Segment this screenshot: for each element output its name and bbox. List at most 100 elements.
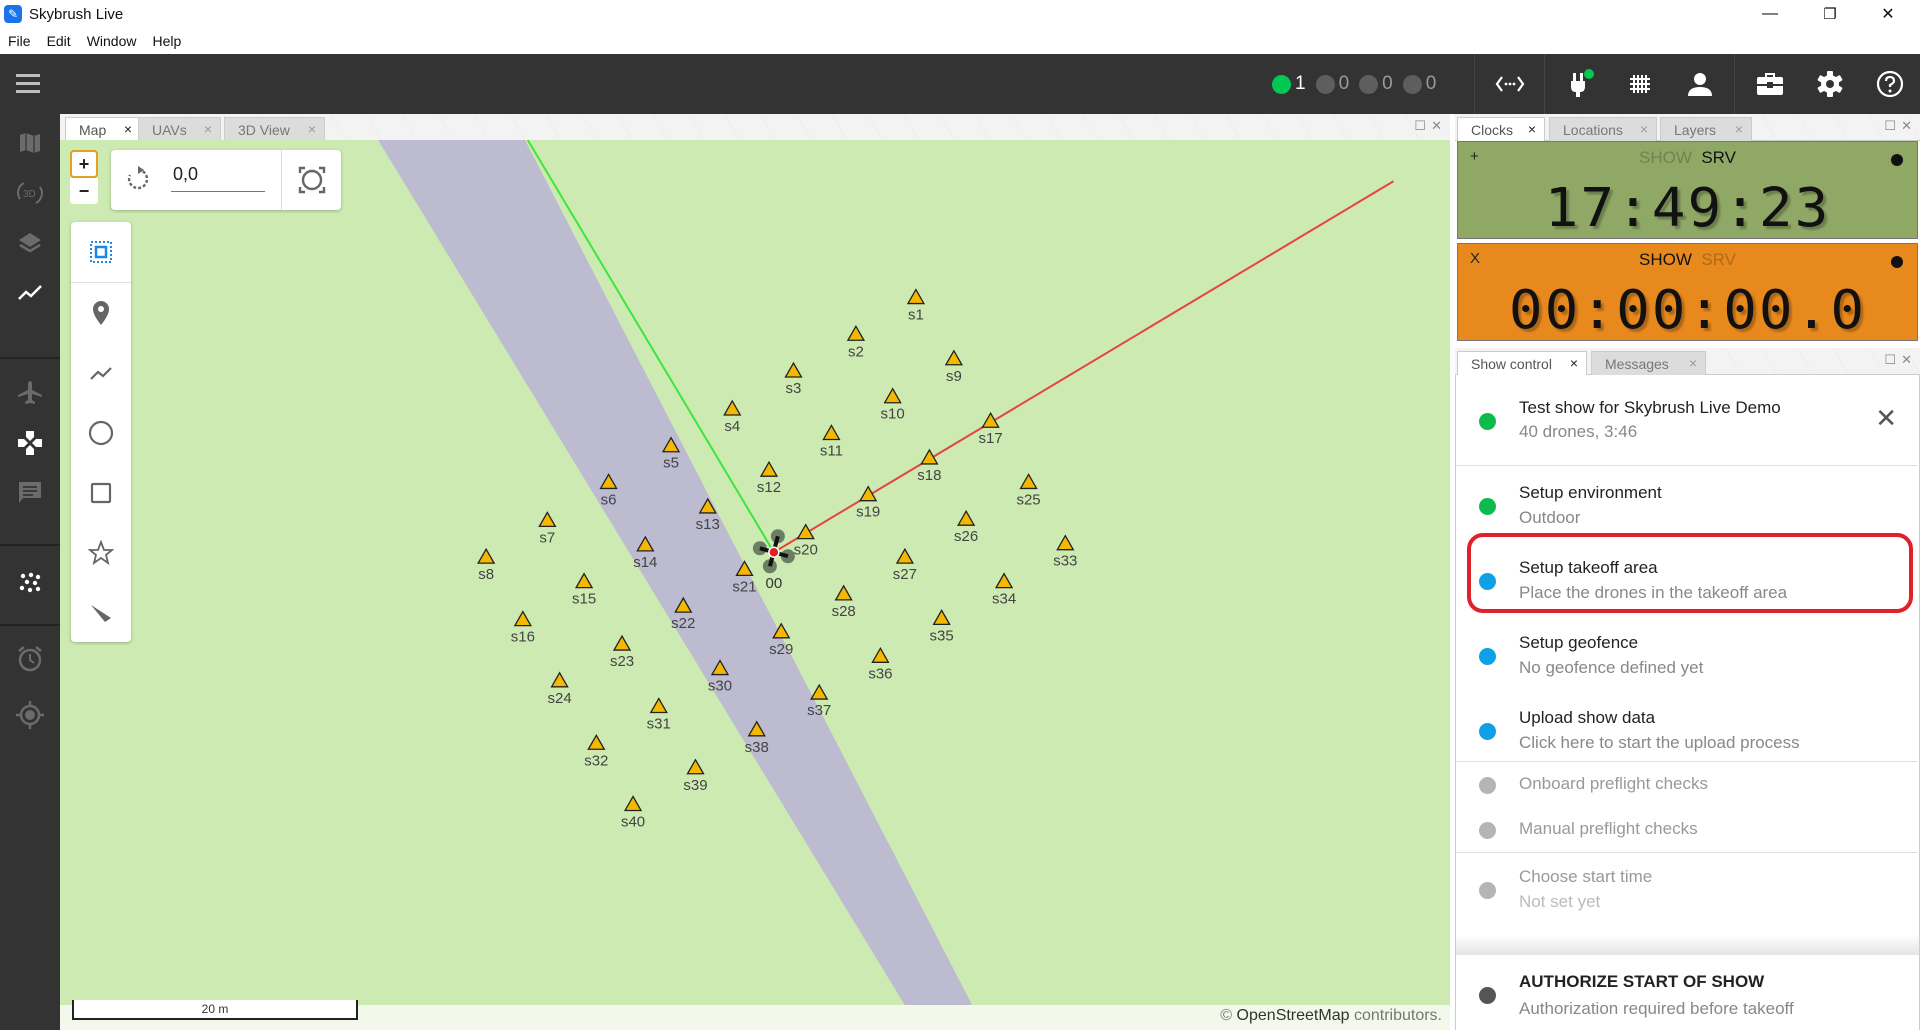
drawing-tools (71, 222, 131, 642)
map-view[interactable]: s1 s2 s3 s4 s5 s6 s7 s8 s9 s10 s11 s12 s13 s14 s15 s16 s… (60, 140, 1450, 1030)
tab-messages[interactable]: Messages × (1591, 351, 1706, 375)
scale-bar: 20 m (72, 1000, 358, 1020)
fit-view-icon[interactable] (298, 166, 326, 199)
takeoff-label-s33: s33 (1053, 553, 1077, 570)
select-box-icon[interactable] (71, 222, 131, 282)
show-control-content: Test show for Skybrush Live Demo 40 dron… (1455, 375, 1920, 1030)
clocks-panel-tabs: Clocks × Locations × Layers × ☐ ✕ (1455, 114, 1920, 142)
code-brackets-icon[interactable] (1480, 54, 1540, 114)
circle-icon[interactable] (71, 403, 131, 463)
maximize-panel-icon[interactable]: ☐ (1414, 118, 1426, 134)
close-tab-icon[interactable]: × (1570, 355, 1578, 371)
tab-show-control[interactable]: Show control × (1457, 351, 1587, 376)
rectangle-icon[interactable] (71, 463, 131, 523)
rotation-input[interactable]: 0,0 (171, 164, 265, 192)
step-setup-geofence[interactable]: Setup geofence No geofence defined yet (1458, 621, 1919, 691)
highlight-annotation (1467, 533, 1913, 613)
close-tab-icon[interactable]: × (1528, 121, 1536, 137)
tab-uavs[interactable]: UAVs × (138, 117, 221, 141)
polyline-icon[interactable] (71, 343, 131, 403)
plug-icon[interactable] (1550, 54, 1610, 114)
rotation-control: 0,0 (111, 150, 341, 210)
tab-map[interactable]: Map × (65, 117, 141, 142)
tab-layers[interactable]: Layers × (1660, 117, 1752, 141)
menu-file[interactable]: File (8, 33, 31, 49)
step-manual-preflight-checks[interactable]: Manual preflight checks (1458, 808, 1919, 853)
close-tab-icon[interactable]: × (1689, 355, 1697, 371)
status-dot-ok-icon (1272, 74, 1291, 94)
takeoff-label-s5: s5 (663, 455, 679, 472)
tab-locations[interactable]: Locations × (1549, 117, 1657, 141)
drone-swarm-icon[interactable] (0, 558, 60, 608)
alarm-icon[interactable] (0, 634, 60, 684)
takeoff-label-s17: s17 (979, 430, 1003, 447)
show-info[interactable]: Test show for Skybrush Live Demo 40 dron… (1458, 385, 1919, 455)
zoom-out-button[interactable]: − (70, 178, 98, 204)
takeoff-label-s39: s39 (683, 777, 707, 794)
star-icon[interactable] (71, 523, 131, 583)
close-tab-icon[interactable]: × (124, 121, 132, 137)
takeoff-label-s35: s35 (930, 627, 954, 644)
hamburger-menu-icon[interactable] (16, 72, 42, 96)
marker-icon[interactable] (71, 283, 131, 343)
layers-icon[interactable] (0, 218, 60, 268)
clock-label-srv: SRV (1701, 148, 1736, 167)
map-icon[interactable] (0, 118, 60, 168)
3d-view-icon[interactable]: 3D (0, 168, 60, 218)
close-tab-icon[interactable]: × (1640, 121, 1648, 137)
maximize-panel-icon[interactable]: ☐ (1884, 352, 1896, 368)
takeoff-label-s6: s6 (601, 491, 617, 508)
tab-3d-view[interactable]: 3D View × (224, 117, 325, 141)
messages-icon[interactable] (0, 468, 60, 518)
status-dot-icon (1479, 413, 1496, 430)
menu-edit[interactable]: Edit (47, 33, 71, 49)
openstreetmap-link[interactable]: OpenStreetMap (1237, 1007, 1350, 1024)
takeoff-label-s25: s25 (1016, 491, 1040, 508)
gear-icon[interactable] (1800, 54, 1860, 114)
close-tab-icon[interactable]: × (308, 121, 316, 137)
maximize-panel-icon[interactable]: ☐ (1884, 118, 1896, 134)
clock-indicator-icon (1891, 154, 1903, 166)
close-window-button[interactable]: ✕ (1858, 0, 1918, 28)
chart-icon[interactable] (0, 268, 60, 318)
close-tab-icon[interactable]: × (204, 121, 212, 137)
menu-help[interactable]: Help (152, 33, 181, 49)
takeoff-label-s9: s9 (946, 368, 962, 385)
status-dot-warning-icon (1315, 74, 1335, 94)
authorize-start-button[interactable]: AUTHORIZE START OF SHOW Authorization re… (1458, 955, 1919, 1030)
takeoff-label-s1: s1 (908, 307, 924, 324)
gamepad-icon[interactable] (0, 418, 60, 468)
close-panel-icon[interactable]: ✕ (1901, 352, 1912, 368)
close-tab-icon[interactable]: × (1735, 121, 1743, 137)
step-onboard-preflight-checks[interactable]: Onboard preflight checks (1458, 763, 1919, 808)
locate-icon[interactable] (0, 690, 60, 740)
clock-time: 00:00:00.0 (1508, 279, 1867, 342)
close-panel-icon[interactable]: ✕ (1901, 118, 1912, 134)
zoom-in-button[interactable]: + (70, 150, 98, 178)
step-choose-start-time[interactable]: Choose start time Not set yet (1458, 855, 1919, 925)
unload-show-button[interactable]: ✕ (1875, 403, 1897, 434)
status-dot-icon (1479, 777, 1496, 794)
reset-rotation-icon[interactable] (125, 166, 151, 197)
show-clock: X SHOW SRV 00:00:00.0 (1457, 243, 1918, 341)
step-setup-environment[interactable]: Setup environment Outdoor (1458, 471, 1919, 541)
help-icon[interactable] (1860, 54, 1920, 114)
takeoff-label-s7: s7 (539, 529, 555, 546)
status-dot-icon (1479, 882, 1496, 899)
plane-icon[interactable] (0, 368, 60, 418)
pointer-icon[interactable] (71, 583, 131, 643)
menu-window[interactable]: Window (87, 33, 137, 49)
minimize-button[interactable]: — (1740, 0, 1800, 28)
grid-icon[interactable] (1610, 54, 1670, 114)
title-bar: ✎ Skybrush Live — ❐ ✕ (0, 0, 1920, 28)
toolbox-icon[interactable] (1740, 54, 1800, 114)
restore-button[interactable]: ❐ (1800, 0, 1860, 28)
map-canvas[interactable]: s1 s2 s3 s4 s5 s6 s7 s8 s9 s10 s11 s12 s13 s14 s15 s16 s… (60, 140, 1450, 1030)
status-dot-error-icon (1359, 74, 1379, 94)
person-icon[interactable] (1670, 54, 1730, 114)
step-upload-show-data[interactable]: Upload show data Click here to start the… (1458, 696, 1919, 766)
status-dot-icon (1479, 822, 1496, 839)
close-panel-icon[interactable]: ✕ (1431, 118, 1442, 134)
takeoff-label-s30: s30 (708, 678, 732, 695)
tab-clocks[interactable]: Clocks × (1457, 117, 1545, 142)
